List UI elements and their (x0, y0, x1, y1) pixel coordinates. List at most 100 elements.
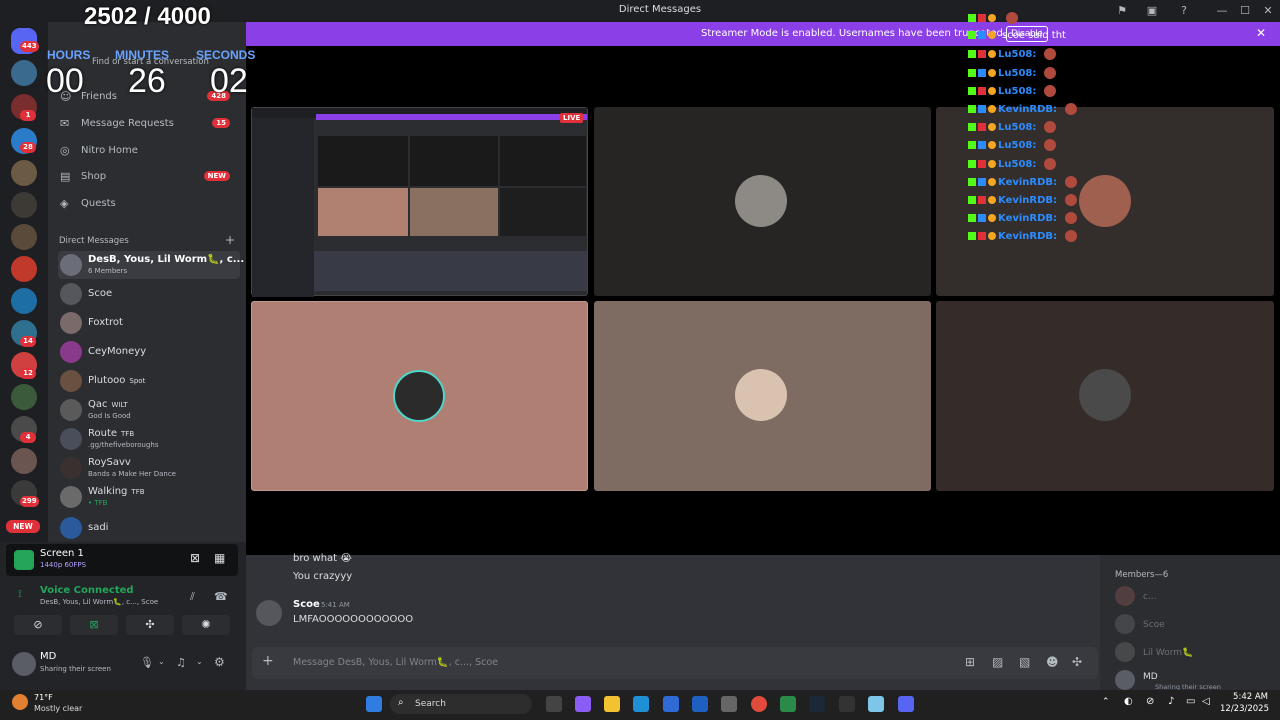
stop-stream-icon[interactable]: ⊠ (190, 551, 200, 565)
apps-icon[interactable]: ✣ (1072, 655, 1082, 669)
gift-icon[interactable]: ⊞ (965, 655, 975, 669)
close-window-button[interactable]: ✕ (1260, 3, 1276, 19)
message-input[interactable]: Message DesB, Yous, Lil Worm🐛, c..., Sco… (293, 657, 498, 668)
participant-tile[interactable] (251, 301, 588, 491)
dm-item[interactable]: Qac WILT God Is Good (58, 396, 240, 424)
windows-start-icon[interactable] (366, 696, 382, 712)
dm-item[interactable]: Foxtrot (58, 309, 240, 337)
screen-share-button[interactable]: ⊠ (70, 615, 118, 635)
weather-temp[interactable]: 71°F (34, 693, 53, 702)
task-view-icon[interactable] (546, 696, 562, 712)
participant-tile[interactable] (594, 301, 931, 491)
stream-sidebar (252, 118, 314, 297)
stream-chat-area (314, 251, 587, 291)
camera-off-button[interactable]: ⊘ (14, 615, 62, 635)
clock-date[interactable]: 12/23/2025 (1220, 704, 1269, 714)
member-name[interactable]: MD (1143, 672, 1158, 682)
emoji-icon[interactable]: ☻ (1046, 655, 1059, 669)
tray-app-icon[interactable]: ◐ (1124, 696, 1133, 707)
shop-item[interactable]: ▤ Shop NEW (60, 168, 240, 190)
close-icon[interactable]: ✕ (1256, 26, 1266, 40)
clock-time[interactable]: 5:42 AM (1220, 692, 1268, 702)
nitro-home-item[interactable]: ◎ Nitro Home (60, 142, 240, 164)
steam-icon[interactable] (809, 696, 825, 712)
dm-item[interactable]: CeyMoneyy (58, 338, 240, 366)
stream-settings-icon[interactable]: ▦ (214, 551, 225, 565)
discord-taskbar-icon[interactable] (898, 696, 914, 712)
dm-item[interactable]: RoySavv Bands a Make Her Dance (58, 454, 240, 482)
emote-icon (1065, 212, 1078, 225)
edge-icon[interactable] (633, 696, 649, 712)
headset-icon[interactable]: ♫ (176, 656, 186, 669)
avatar[interactable] (1115, 642, 1135, 662)
avatar (60, 428, 82, 450)
participant-tile[interactable] (594, 107, 931, 296)
soundboard-button[interactable]: ✺ (182, 615, 230, 635)
disconnect-icon[interactable]: ☎ (214, 590, 228, 603)
message-author[interactable]: Scoe (293, 599, 320, 610)
avatar[interactable] (1115, 586, 1135, 606)
message-requests-item[interactable]: ✉ Message Requests 15 (60, 115, 240, 137)
mic-icon[interactable]: 🎙 (140, 656, 154, 669)
server-icon[interactable] (11, 224, 37, 250)
gear-icon[interactable]: ⚙ (214, 655, 225, 669)
avatar[interactable] (1115, 670, 1135, 690)
stream-tile[interactable]: LIVE (251, 107, 588, 297)
app-icon[interactable] (839, 696, 855, 712)
tray-chevron-icon[interactable]: ⌃ (1102, 697, 1110, 707)
server-icon[interactable] (11, 384, 37, 410)
server-icon[interactable] (11, 60, 37, 86)
volume-icon[interactable]: ◁ (1202, 696, 1210, 707)
dm-item[interactable]: Route TFB .gg/thefiveboroughs (58, 425, 240, 453)
taskbar-search[interactable]: ⌕ Search (390, 694, 532, 714)
add-attachment-icon[interactable]: + (262, 653, 274, 669)
server-icon[interactable] (11, 160, 37, 186)
member-name[interactable]: c... (1143, 592, 1157, 602)
noise-suppression-icon[interactable]: ⫽ (190, 590, 195, 604)
server-icon[interactable] (11, 192, 37, 218)
notepad-icon[interactable] (868, 696, 884, 712)
dm-item[interactable]: Walking TFB • TFB (58, 483, 240, 511)
member-name[interactable]: Lil Worm🐛 (1143, 648, 1193, 658)
server-icon[interactable] (11, 256, 37, 282)
chevron-down-icon[interactable]: ⌄ (158, 657, 165, 666)
chevron-down-icon[interactable]: ⌄ (196, 657, 203, 666)
dm-item[interactable]: sadi (58, 514, 240, 542)
server-icon[interactable] (11, 288, 37, 314)
screen-icon[interactable]: ▣ (1144, 3, 1160, 19)
dm-item[interactable]: Plutooo Spot (58, 367, 240, 395)
quests-item[interactable]: ◈ Quests (60, 195, 240, 217)
sticker-icon[interactable]: ▧ (1019, 655, 1030, 669)
create-dm-icon[interactable]: + (225, 233, 235, 247)
settings-app-icon[interactable] (721, 696, 737, 712)
member-name[interactable]: Scoe (1143, 620, 1165, 630)
dm-tag: TFB (131, 488, 145, 496)
copilot-icon[interactable] (575, 696, 591, 712)
avatar[interactable] (12, 652, 36, 676)
mic-tray-icon[interactable]: ♪ (1168, 696, 1174, 707)
file-explorer-icon[interactable] (604, 696, 620, 712)
minimize-button[interactable]: — (1214, 3, 1230, 19)
help-icon[interactable]: ? (1176, 3, 1192, 19)
server-icon[interactable] (11, 448, 37, 474)
store-icon[interactable] (663, 696, 679, 712)
gif-icon[interactable]: ▨ (992, 655, 1003, 669)
avatar (735, 175, 787, 227)
weather-desc: Mostly clear (34, 704, 83, 713)
chat-username: Lu508: (998, 122, 1037, 134)
voice-status[interactable]: Voice Connected (40, 585, 134, 596)
activities-button[interactable]: ✣ (126, 615, 174, 635)
inbox-icon[interactable]: ⚑ (1114, 3, 1130, 19)
outlook-icon[interactable] (692, 696, 708, 712)
chrome-icon[interactable] (751, 696, 767, 712)
dm-item[interactable]: DesB, Yous, Lil Worm🐛, c... 6 Members (58, 251, 244, 279)
avatar[interactable] (256, 600, 282, 626)
maximize-button[interactable]: ☐ (1237, 3, 1253, 19)
network-icon[interactable]: ▭ (1186, 696, 1195, 707)
xbox-icon[interactable] (780, 696, 796, 712)
participant-tile[interactable] (936, 301, 1274, 491)
dm-header: Direct Messages (59, 236, 129, 246)
avatar[interactable] (1115, 614, 1135, 634)
dm-item[interactable]: Scoe (58, 280, 240, 308)
tray-app-icon[interactable]: ⊘ (1146, 696, 1154, 707)
